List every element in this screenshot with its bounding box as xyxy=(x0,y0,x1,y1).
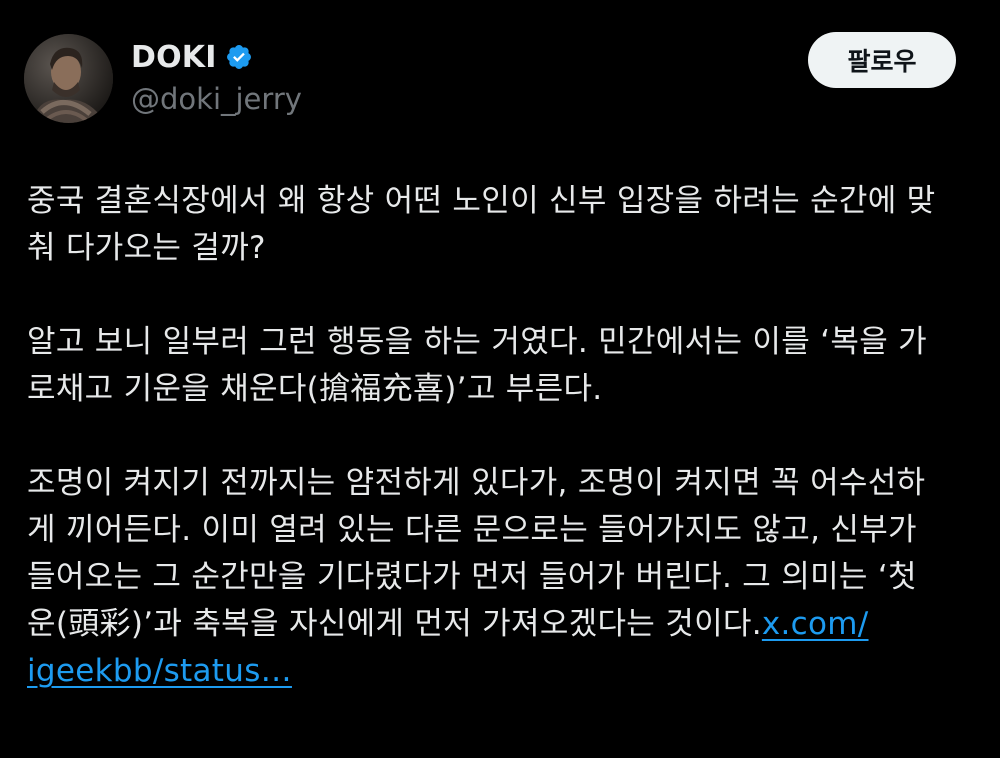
tweet-line: 조명이 켜지기 전까지는 얌전하게 있다가, 조명이 켜지면 꼭 어수선하 xyxy=(27,465,926,501)
profile-photo-icon xyxy=(24,34,113,123)
author-display-name[interactable]: DOKI xyxy=(131,40,217,75)
tweet-line-with-link: 운(頭彩)’과 축복을 자신에게 먼저 가져오겠다는 것이다.x.com/ xyxy=(27,601,967,648)
tweet-line: 게 끼어든다. 이미 열려 있는 다른 문으로는 들어가지도 않고, 신부가 xyxy=(27,512,917,548)
tweet-link-part1[interactable]: x.com/ xyxy=(762,606,869,642)
tweet-line-text: 운(頭彩)’과 축복을 자신에게 먼저 가져오겠다는 것이다. xyxy=(27,606,762,642)
tweet-paragraph-2: 알고 보니 일부러 그런 행동을 하는 거였다. 민간에서는 이를 ‘복을 가 … xyxy=(27,319,967,413)
follow-button[interactable]: 팔로우 xyxy=(808,32,956,88)
display-name-row: DOKI xyxy=(131,38,302,76)
tweet-line: 들어오는 그 순간만을 기다렸다가 먼저 들어가 버린다. 그 의미는 ‘첫 xyxy=(27,559,917,595)
tweet-paragraph-3: 조명이 켜지기 전까지는 얌전하게 있다가, 조명이 켜지면 꼭 어수선하 게 … xyxy=(27,460,967,695)
author-info: DOKI @doki_jerry xyxy=(131,38,302,117)
tweet-header: DOKI @doki_jerry 팔로우 xyxy=(0,0,1000,130)
author-avatar[interactable] xyxy=(24,34,113,123)
tweet-paragraph-1: 중국 결혼식장에서 왜 항상 어떤 노인이 신부 입장을 하려는 순간에 맞 춰… xyxy=(27,178,967,272)
author-handle[interactable]: @doki_jerry xyxy=(131,82,302,116)
tweet-line: 춰 다가오는 걸까? xyxy=(27,230,266,266)
tweet-line: 중국 결혼식장에서 왜 항상 어떤 노인이 신부 입장을 하려는 순간에 맞 xyxy=(27,183,936,219)
tweet-line: igeekbb/status… xyxy=(27,648,967,695)
tweet-line: 로채고 기운을 채운다(搶福充喜)’고 부른다. xyxy=(27,371,603,407)
verified-badge-icon[interactable] xyxy=(225,43,253,71)
tweet-text: 중국 결혼식장에서 왜 항상 어떤 노인이 신부 입장을 하려는 순간에 맞 춰… xyxy=(27,178,967,695)
tweet-link-part2[interactable]: igeekbb/status… xyxy=(27,653,292,689)
tweet-line: 알고 보니 일부러 그런 행동을 하는 거였다. 민간에서는 이를 ‘복을 가 xyxy=(27,324,927,360)
